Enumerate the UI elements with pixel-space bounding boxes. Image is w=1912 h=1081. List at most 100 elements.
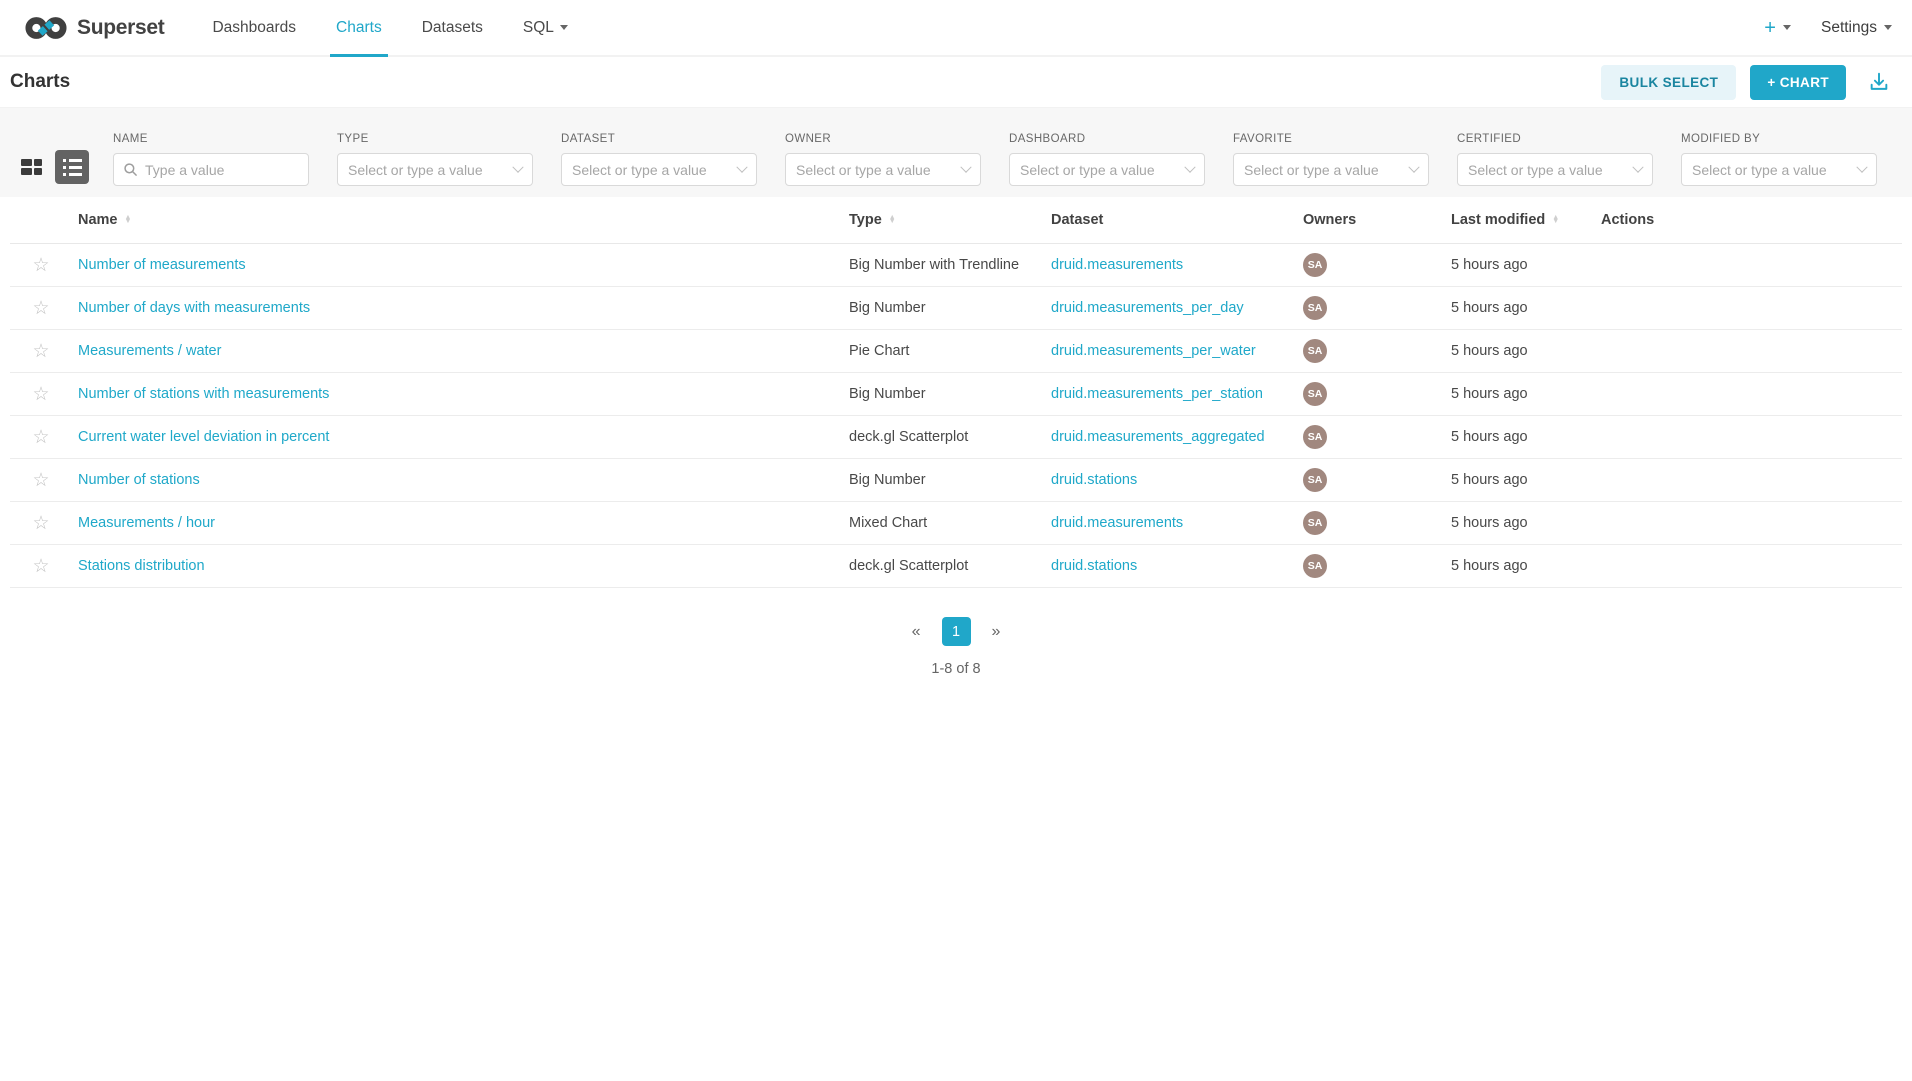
filter-select[interactable]: Select or type a value xyxy=(1681,153,1877,186)
last-modified: 5 hours ago xyxy=(1445,386,1595,402)
filter-select[interactable]: Select or type a value xyxy=(1457,153,1653,186)
dataset-link[interactable]: druid.measurements_per_water xyxy=(1051,343,1256,359)
filter: CERTIFIED Select or type a value xyxy=(1457,133,1653,186)
nav-item[interactable]: Datasets xyxy=(402,0,503,55)
chart-type: deck.gl Scatterplot xyxy=(843,429,1045,445)
pagination-prev-button[interactable]: « xyxy=(904,619,929,645)
last-modified: 5 hours ago xyxy=(1445,429,1595,445)
chart-name-link[interactable]: Measurements / water xyxy=(78,343,221,359)
card-view-button[interactable] xyxy=(16,152,46,182)
brand-label: Superset xyxy=(77,16,164,40)
chart-type: Big Number xyxy=(843,386,1045,402)
chart-name-link[interactable]: Current water level deviation in percent xyxy=(78,429,329,445)
pagination: « 1 » xyxy=(10,617,1902,646)
favorite-star-button[interactable] xyxy=(32,256,49,275)
filter-label: MODIFIED BY xyxy=(1681,133,1877,145)
nav-menu: Dashboards Charts Datasets SQL xyxy=(192,0,587,55)
favorite-star-button[interactable] xyxy=(32,342,49,361)
settings-menu-button[interactable]: Settings xyxy=(1821,19,1892,37)
filter-select[interactable]: Select or type a value xyxy=(1233,153,1429,186)
table-row: Current water level deviation in percent… xyxy=(10,416,1902,459)
column-header-label: Type xyxy=(849,212,882,228)
last-modified: 5 hours ago xyxy=(1445,558,1595,574)
list-view-button[interactable] xyxy=(55,150,89,184)
brand-link[interactable]: Superset xyxy=(24,0,164,55)
dataset-link[interactable]: druid.measurements xyxy=(1051,257,1183,273)
favorite-star-button[interactable] xyxy=(32,428,49,447)
caret-down-icon xyxy=(1783,25,1791,30)
column-header-label: Actions xyxy=(1601,212,1654,228)
filter-search-input[interactable] xyxy=(113,153,309,186)
pagination-page-button[interactable]: 1 xyxy=(942,617,971,646)
column-header[interactable]: Type xyxy=(843,212,1045,228)
filter-select[interactable]: Select or type a value xyxy=(785,153,981,186)
favorite-star-button[interactable] xyxy=(32,557,49,576)
dataset-link[interactable]: druid.measurements_per_day xyxy=(1051,300,1244,316)
list-view-icon xyxy=(63,159,82,176)
chevron-down-icon xyxy=(1408,161,1419,172)
filter: OWNER Select or type a value xyxy=(785,133,981,186)
bulk-select-button[interactable]: BULK SELECT xyxy=(1601,65,1736,100)
column-header-label: Dataset xyxy=(1051,212,1103,228)
owner-avatar[interactable]: SA xyxy=(1303,468,1327,492)
owner-avatar[interactable]: SA xyxy=(1303,554,1327,578)
chart-type: Big Number xyxy=(843,472,1045,488)
nav-item[interactable]: Dashboards xyxy=(192,0,316,55)
page-header: Charts BULK SELECT + CHART xyxy=(0,57,1912,108)
nav-item[interactable]: Charts xyxy=(316,0,402,55)
column-header: Dataset xyxy=(1045,212,1297,228)
filter-select-placeholder: Select or type a value xyxy=(1244,162,1379,178)
chart-name-link[interactable]: Measurements / hour xyxy=(78,515,215,531)
owner-avatar[interactable]: SA xyxy=(1303,339,1327,363)
favorite-star-button[interactable] xyxy=(32,471,49,490)
new-chart-button[interactable]: + CHART xyxy=(1750,65,1846,100)
dataset-link[interactable]: druid.measurements_per_station xyxy=(1051,386,1263,402)
chart-name-link[interactable]: Number of stations with measurements xyxy=(78,386,329,402)
nav-right: + Settings xyxy=(1764,0,1892,55)
table-body: Number of measurements Big Number with T… xyxy=(10,244,1902,588)
caret-down-icon xyxy=(560,25,568,30)
favorite-star-button[interactable] xyxy=(32,514,49,533)
favorite-star-button[interactable] xyxy=(32,385,49,404)
filter: MODIFIED BY Select or type a value xyxy=(1681,133,1877,186)
owner-avatar[interactable]: SA xyxy=(1303,511,1327,535)
column-header[interactable]: Name xyxy=(72,212,843,228)
chart-name-link[interactable]: Number of stations xyxy=(78,472,200,488)
filter-select[interactable]: Select or type a value xyxy=(1009,153,1205,186)
chart-name-link[interactable]: Stations distribution xyxy=(78,558,205,574)
pagination-next-button[interactable]: » xyxy=(984,619,1009,645)
table-row: Number of days with measurements Big Num… xyxy=(10,287,1902,330)
dataset-link[interactable]: druid.measurements xyxy=(1051,515,1183,531)
last-modified: 5 hours ago xyxy=(1445,257,1595,273)
owner-avatar[interactable]: SA xyxy=(1303,425,1327,449)
nav-item[interactable]: SQL xyxy=(503,0,588,55)
table-row: Number of stations Big Number druid.stat… xyxy=(10,459,1902,502)
chart-type: deck.gl Scatterplot xyxy=(843,558,1045,574)
chart-name-link[interactable]: Number of measurements xyxy=(78,257,246,273)
filter-select-placeholder: Select or type a value xyxy=(1020,162,1155,178)
owner-avatar[interactable]: SA xyxy=(1303,296,1327,320)
owner-avatar[interactable]: SA xyxy=(1303,382,1327,406)
favorite-star-button[interactable] xyxy=(32,299,49,318)
search-icon xyxy=(123,162,138,177)
column-header[interactable]: Last modified xyxy=(1445,212,1595,228)
view-toggles xyxy=(16,150,89,184)
settings-label: Settings xyxy=(1821,19,1877,37)
dataset-link[interactable]: druid.stations xyxy=(1051,472,1137,488)
filter-select[interactable]: Select or type a value xyxy=(561,153,757,186)
new-item-menu-button[interactable]: + xyxy=(1764,18,1791,38)
column-header-label: Last modified xyxy=(1451,212,1545,228)
dataset-link[interactable]: druid.stations xyxy=(1051,558,1137,574)
superset-infinity-logo-icon xyxy=(24,15,68,41)
last-modified: 5 hours ago xyxy=(1445,515,1595,531)
chevron-down-icon xyxy=(1184,161,1195,172)
export-charts-button[interactable] xyxy=(1868,71,1890,93)
filter-select-placeholder: Select or type a value xyxy=(1468,162,1603,178)
filter-label: OWNER xyxy=(785,133,981,145)
table-row: Measurements / water Pie Chart druid.mea… xyxy=(10,330,1902,373)
filter-select[interactable]: Select or type a value xyxy=(337,153,533,186)
dataset-link[interactable]: druid.measurements_aggregated xyxy=(1051,429,1265,445)
filter-bar: NAME TYPE Select or type a value xyxy=(0,108,1912,197)
owner-avatar[interactable]: SA xyxy=(1303,253,1327,277)
chart-name-link[interactable]: Number of days with measurements xyxy=(78,300,310,316)
